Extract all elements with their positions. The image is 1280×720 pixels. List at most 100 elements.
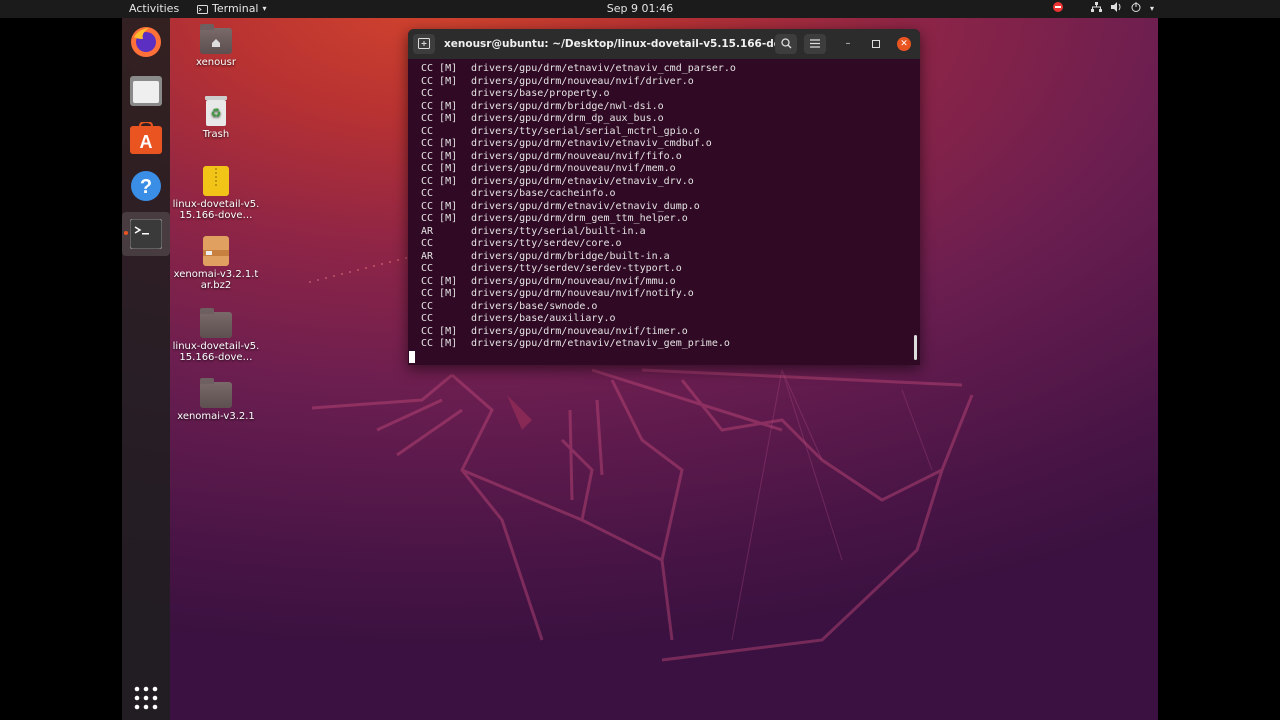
search-icon (780, 38, 791, 49)
build-object-path: drivers/gpu/drm/etnaviv/etnaviv_gem_prim… (471, 338, 730, 349)
terminal-output[interactable]: CC [M] drivers/gpu/drm/etnaviv/etnaviv_cm… (408, 59, 920, 365)
build-step-prefix: CC (421, 188, 434, 199)
build-step-prefix: CC [M] (421, 63, 458, 74)
terminal-titlebar[interactable]: xenousr@ubuntu: ~/Desktop/linux-dovetail… (408, 29, 920, 59)
desktop-icon-label: xenomai-v3.2.1 (177, 411, 255, 422)
archive-icon (203, 236, 229, 266)
build-object-path: drivers/tty/serial/serial_mctrl_gpio.o (471, 125, 700, 137)
build-step-prefix: CC [M] (421, 200, 458, 212)
build-step-prefix: CC (421, 88, 434, 99)
build-object-path: drivers/gpu/drm/etnaviv/etnaviv_cmd_pars… (471, 63, 736, 74)
terminal-window[interactable]: xenousr@ubuntu: ~/Desktop/linux-dovetail… (408, 29, 920, 365)
top-bar: Activities Terminal ▾ Sep 9 01:46 ▾ (0, 0, 1280, 18)
build-object-path: drivers/gpu/drm/etnaviv/etnaviv_drv.o (471, 175, 694, 187)
do-not-disturb-icon[interactable] (1053, 0, 1063, 18)
build-step-prefix: CC (421, 263, 434, 274)
build-step-prefix: CC [M] (421, 275, 458, 287)
desktop-icon-dovetail-archive[interactable]: linux-dovetail-v5.15.166-dove… (171, 166, 261, 221)
build-step-prefix: AR (421, 250, 434, 262)
minimize-button[interactable]: – (841, 37, 855, 51)
hamburger-menu-icon (810, 39, 820, 48)
build-step-prefix: CC [M] (421, 150, 458, 162)
build-step-prefix: CC [M] (421, 100, 458, 112)
search-button[interactable] (775, 34, 797, 54)
dock-show-applications[interactable] (122, 676, 170, 720)
folder-icon (200, 378, 232, 408)
desktop-icon-label: linux-dovetail-v5.15.166-dove… (172, 199, 260, 221)
dock-firefox[interactable] (122, 20, 170, 64)
desktop-icon-label: linux-dovetail-v5.15.166-dove… (172, 341, 260, 363)
desktop-icon-trash[interactable]: ♻ Trash (171, 96, 261, 140)
dock-help[interactable]: ? (122, 164, 170, 208)
build-step-prefix: CC [M] (421, 163, 458, 174)
trash-icon: ♻ (204, 96, 228, 126)
build-object-path: drivers/gpu/drm/nouveau/nvif/fifo.o (471, 150, 682, 162)
build-object-path: drivers/gpu/drm/nouveau/nvif/mem.o (471, 163, 676, 174)
build-step-prefix: CC [M] (421, 338, 458, 349)
home-folder-icon (200, 24, 232, 54)
build-object-path: drivers/gpu/drm/drm_gem_ttm_helper.o (471, 213, 688, 224)
desktop-icon-home[interactable]: xenousr (171, 24, 261, 68)
desktop-icon-label: xenousr (196, 57, 236, 68)
dock-terminal[interactable] (122, 212, 170, 256)
maximize-icon (872, 40, 880, 48)
help-icon: ? (131, 171, 161, 201)
dock-files[interactable] (122, 69, 170, 113)
chevron-down-icon[interactable]: ▾ (1150, 0, 1154, 18)
build-step-prefix: CC (421, 238, 434, 249)
close-button[interactable]: ✕ (897, 37, 911, 51)
build-object-path: drivers/base/property.o (471, 88, 610, 99)
desktop-icon-label: xenomai-v3.2.1.tar.bz2 (173, 269, 259, 291)
build-step-prefix: AR (421, 225, 434, 237)
build-step-prefix: CC (421, 300, 434, 312)
new-tab-icon (418, 38, 430, 49)
maximize-button[interactable] (869, 37, 883, 51)
firefox-icon (131, 27, 161, 57)
folder-icon (200, 308, 232, 338)
build-step-prefix: CC (421, 313, 434, 324)
volume-icon[interactable] (1111, 0, 1122, 18)
build-object-path: drivers/gpu/drm/nouveau/nvif/mmu.o (471, 275, 676, 287)
dock-software[interactable]: A (122, 116, 170, 160)
network-icon[interactable] (1091, 0, 1102, 18)
close-icon: ✕ (900, 39, 908, 49)
build-object-path: drivers/gpu/drm/etnaviv/etnaviv_cmdbuf.o (471, 138, 712, 149)
build-object-path: drivers/tty/serial/built-in.a (471, 225, 646, 237)
desktop-icon-dovetail-folder[interactable]: linux-dovetail-v5.15.166-dove… (171, 308, 261, 363)
build-object-path: drivers/gpu/drm/etnaviv/etnaviv_dump.o (471, 200, 700, 212)
menu-button[interactable] (804, 34, 826, 54)
system-tray[interactable]: ▾ (1053, 0, 1154, 18)
svg-text:♻: ♻ (211, 106, 222, 120)
build-object-path: drivers/gpu/drm/nouveau/nvif/driver.o (471, 75, 694, 87)
files-icon (130, 76, 162, 106)
build-object-path: drivers/tty/serdev/serdev-ttyport.o (471, 263, 682, 274)
desktop-icon-xenomai-archive[interactable]: xenomai-v3.2.1.tar.bz2 (171, 236, 261, 291)
build-step-prefix: CC [M] (421, 288, 458, 299)
terminal-title: xenousr@ubuntu: ~/Desktop/linux-dovetail… (444, 38, 784, 50)
app-grid-icon (134, 686, 158, 710)
terminal-scrollbar[interactable] (914, 335, 917, 360)
desktop-icon-xenomai-folder[interactable]: xenomai-v3.2.1 (171, 378, 261, 422)
build-object-path: drivers/base/swnode.o (471, 300, 598, 312)
build-object-path: drivers/gpu/drm/nouveau/nvif/timer.o (471, 325, 688, 337)
build-step-prefix: CC [M] (421, 75, 458, 87)
minimize-icon: – (845, 38, 851, 49)
new-tab-button[interactable] (413, 34, 435, 54)
build-object-path: drivers/base/cacheinfo.o (471, 188, 616, 199)
desktop-icon-label: Trash (202, 129, 230, 140)
build-step-prefix: CC [M] (421, 325, 458, 337)
build-step-prefix: CC [M] (421, 113, 458, 124)
build-object-path: drivers/gpu/drm/drm_dp_aux_bus.o (471, 113, 664, 124)
build-object-path: drivers/base/auxiliary.o (471, 313, 616, 324)
svg-text:A: A (140, 132, 153, 152)
running-indicator (124, 231, 128, 235)
archive-icon (203, 166, 229, 196)
build-object-path: drivers/gpu/drm/bridge/nwl-dsi.o (471, 100, 664, 112)
build-step-prefix: CC [M] (421, 213, 458, 224)
build-object-path: drivers/gpu/drm/bridge/built-in.a (471, 250, 670, 262)
svg-text:?: ? (140, 176, 152, 198)
power-icon[interactable] (1131, 0, 1141, 18)
terminal-cursor (409, 351, 415, 363)
build-object-path: drivers/gpu/drm/nouveau/nvif/notify.o (471, 288, 694, 299)
software-icon: A (130, 122, 162, 154)
